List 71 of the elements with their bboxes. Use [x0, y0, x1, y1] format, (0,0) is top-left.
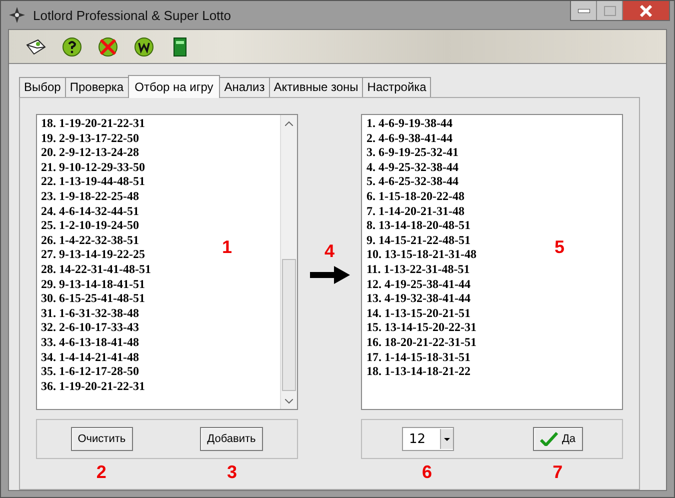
list-item: 15. 13-14-15-20-22-31 [366, 320, 476, 335]
minimize-button[interactable] [571, 1, 597, 20]
list-item: 9. 14-15-21-22-48-51 [366, 232, 470, 248]
list-item: 25. 1-2-10-19-24-50 [41, 218, 139, 233]
window-title: Lotlord Professional & Super Lotto [33, 8, 232, 22]
list-item: 1. 4-6-9-19-38-44 [366, 116, 452, 131]
tab[interactable]: Настройка [362, 77, 432, 97]
checkmark-icon [540, 432, 558, 446]
annotation-number: 5 [554, 237, 564, 258]
list-item: 11. 1-13-22-31-48-51 [366, 262, 470, 277]
list-item: 30. 6-15-25-41-48-51 [41, 291, 145, 306]
scroll-thumb[interactable] [282, 259, 296, 391]
caret-icon[interactable] [444, 438, 450, 440]
annotation-number: 7 [552, 462, 563, 483]
minimize-icon [578, 8, 590, 12]
w-circle-icon[interactable] [133, 36, 155, 58]
list-item: 19. 2-9-13-17-22-50 [41, 130, 139, 146]
list-item: 26. 1-4-22-32-38-51 [41, 232, 139, 248]
list-item: 4. 4-9-25-32-38-44 [366, 160, 458, 174]
annotation-number: 4 [324, 240, 335, 262]
list-item: 18. 1-19-20-21-22-31 [41, 116, 145, 131]
crossed-circle-icon[interactable] [97, 36, 119, 58]
list-item: 29. 9-13-14-18-41-51 [41, 276, 145, 292]
list-item: 14. 1-13-15-20-21-51 [366, 306, 470, 320]
scroll-down-icon[interactable] [284, 398, 293, 404]
close-button[interactable] [623, 1, 669, 20]
tab[interactable]: Анализ [219, 77, 270, 97]
list-item: 8. 13-14-18-20-48-51 [366, 218, 470, 233]
annotation-number: 3 [226, 462, 237, 483]
app-icon [9, 7, 25, 23]
list-item: 18. 1-13-14-18-21-22 [366, 364, 470, 379]
list-item: 33. 4-6-13-18-41-48 [41, 334, 139, 350]
tab[interactable]: Активные зоны [268, 77, 364, 97]
maximize-icon [604, 6, 616, 16]
count-dropdown[interactable]: 12 [402, 427, 454, 451]
list-item: 10. 13-15-18-21-31-48 [366, 247, 476, 262]
list-item: 3. 6-9-19-25-32-41 [366, 145, 458, 160]
list-item: 7. 1-14-20-21-31-48 [366, 204, 464, 218]
list-item: 17. 1-14-15-18-31-51 [366, 350, 470, 364]
annotation-number: 1 [222, 237, 232, 258]
list-item: 34. 1-4-14-21-41-48 [41, 350, 139, 364]
list-item: 23. 1-9-18-22-25-48 [41, 188, 139, 204]
list-item: 20. 2-9-12-13-24-28 [41, 145, 139, 160]
list-item: 32. 2-6-10-17-33-43 [41, 320, 139, 335]
list-item: 35. 1-6-12-17-28-50 [41, 364, 139, 379]
scrollbar[interactable] [280, 115, 297, 409]
annotation-number: 6 [422, 462, 432, 483]
list-item: 5. 4-6-25-32-38-44 [366, 174, 458, 189]
close-icon [639, 4, 653, 16]
list-item: 13. 4-19-32-38-41-44 [366, 291, 470, 306]
list-item: 12. 4-19-25-38-41-44 [366, 276, 470, 292]
annotation-number: 2 [96, 462, 106, 483]
tab[interactable]: Отбор на игру [128, 75, 220, 98]
list-item: 2. 4-6-9-38-41-44 [366, 130, 452, 146]
list-item: 21. 9-10-12-29-33-50 [41, 160, 145, 174]
list-item: 36. 1-19-20-21-22-31 [41, 378, 145, 394]
list-item: 16. 18-20-21-22-31-51 [366, 334, 476, 350]
list-item: 24. 4-6-14-32-44-51 [41, 204, 139, 218]
list-item: 6. 1-15-18-20-22-48 [366, 188, 464, 204]
list-item: 27. 9-13-14-19-22-25 [41, 247, 145, 262]
action-button[interactable]: Очистить [70, 427, 133, 451]
tab[interactable]: Проверка [64, 77, 129, 97]
list-item: 31. 1-6-31-32-38-48 [41, 306, 139, 320]
arrow-icon [310, 266, 350, 284]
tab[interactable]: Выбор [19, 77, 66, 97]
list-item: 28. 14-22-31-41-48-51 [41, 262, 151, 277]
action-button[interactable]: Добавить [200, 427, 263, 451]
scroll-up-icon[interactable] [284, 120, 293, 126]
help-icon[interactable] [61, 36, 83, 58]
list-item: 22. 1-13-19-44-48-51 [41, 174, 145, 189]
ok-button[interactable]: Да [532, 427, 583, 451]
